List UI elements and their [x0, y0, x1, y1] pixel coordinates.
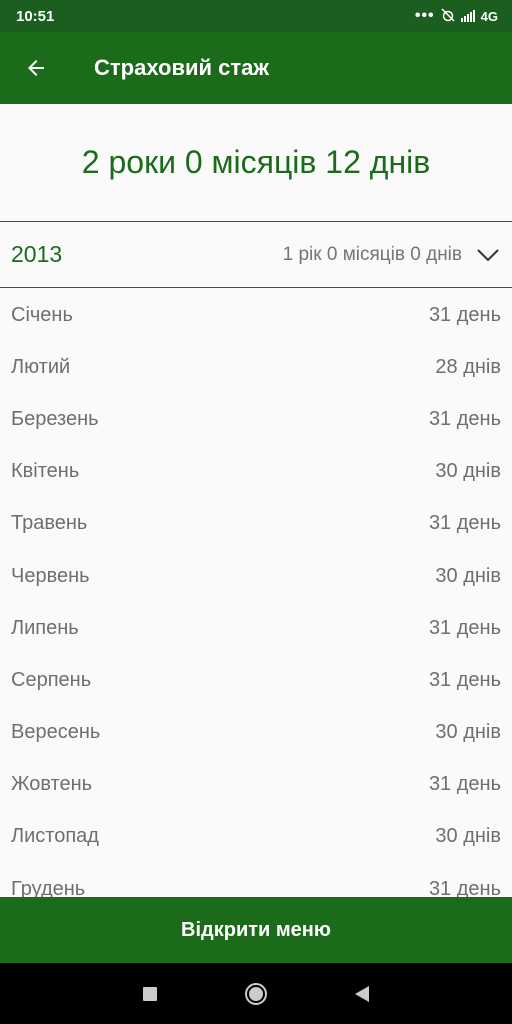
back-nav-button[interactable] [309, 963, 415, 1024]
month-days: 30 днів [435, 460, 501, 483]
status-time: 10:51 [16, 7, 55, 25]
month-days: 31 день [428, 877, 501, 897]
recents-button[interactable] [97, 963, 203, 1024]
notification-dots: ••• [414, 7, 435, 24]
month-days: 30 днів [435, 825, 501, 848]
signal-icon [460, 10, 475, 22]
circle-icon [245, 982, 267, 1005]
list-item: Грудень 31 день [0, 863, 512, 897]
month-days: 31 день [428, 616, 501, 639]
month-name: Липень [11, 616, 79, 639]
month-name: Травень [11, 512, 88, 535]
month-name: Грудень [11, 877, 86, 897]
month-days: 28 днів [435, 355, 501, 378]
month-days: 30 днів [435, 721, 501, 744]
month-name: Червень [11, 564, 90, 587]
back-button[interactable] [0, 32, 72, 104]
arrow-left-icon [28, 60, 44, 76]
month-name: Жовтень [11, 773, 93, 796]
month-days: 31 день [428, 512, 501, 535]
system-nav-bar [0, 963, 512, 1024]
month-name: Квітень [11, 460, 80, 483]
open-menu-button[interactable]: Відкрити меню [0, 897, 512, 963]
triangle-back-icon [355, 985, 369, 1002]
list-item: Лютий 28 днів [0, 341, 512, 393]
list-item: Жовтень 31 день [0, 759, 512, 811]
total-seniority: 2 роки 0 місяців 12 днів [0, 104, 512, 222]
month-days: 31 день [428, 303, 501, 326]
chevron-down-icon [477, 248, 499, 261]
app-bar: Страховий стаж [0, 32, 512, 104]
home-button[interactable] [203, 963, 309, 1024]
month-name: Вересень [11, 721, 101, 744]
year-header-2013[interactable]: 2013 1 рік 0 місяців 0 днів [0, 222, 512, 288]
month-list[interactable]: Січень 31 день Лютий 28 днів Березень 31 де… [0, 289, 512, 897]
list-item: Квітень 30 днів [0, 446, 512, 498]
page-title: Страховий стаж [94, 55, 269, 80]
list-item: Березень 31 день [0, 393, 512, 445]
year-summary: 1 рік 0 місяців 0 днів [283, 244, 500, 266]
list-item: Червень 30 днів [0, 550, 512, 602]
list-item: Листопад 30 днів [0, 811, 512, 863]
list-item: Вересень 30 днів [0, 707, 512, 759]
month-days: 31 день [428, 773, 501, 796]
square-icon [143, 986, 157, 1001]
status-bar: 10:51 ••• 4G [0, 0, 512, 32]
list-item: Липень 31 день [0, 602, 512, 654]
month-days: 30 днів [435, 564, 501, 587]
list-item: Серпень 31 день [0, 654, 512, 706]
network-type: 4G [480, 8, 498, 24]
month-days: 31 день [428, 668, 501, 691]
month-name: Березень [11, 407, 99, 430]
alarm-off-icon [441, 7, 455, 25]
list-item: Січень 31 день [0, 289, 512, 341]
month-days: 31 день [428, 407, 501, 430]
month-name: Серпень [11, 668, 92, 691]
month-name: Листопад [11, 825, 99, 848]
status-icons: ••• 4G [415, 8, 498, 25]
list-item: Травень 31 день [0, 498, 512, 550]
year-total: 1 рік 0 місяців 0 днів [282, 243, 462, 265]
month-name: Січень [11, 303, 73, 326]
year-label: 2013 [11, 241, 63, 267]
month-name: Лютий [11, 355, 71, 378]
